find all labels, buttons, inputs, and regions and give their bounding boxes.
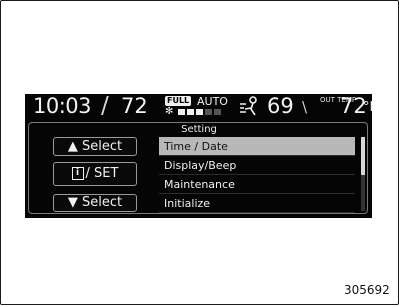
temp-left: 72 [121,94,148,118]
temp-right: 69 [267,94,294,118]
fan-bar [178,109,185,115]
fan-icon: ✻ [165,106,174,117]
list-item-display-beep[interactable]: Display/Beep [159,156,355,175]
scrollbar[interactable] [361,137,365,211]
auto-label: AUTO [197,95,228,108]
divider-backslash: \ [302,98,308,116]
info-set-button[interactable]: i / SET [53,162,137,186]
select-down-button[interactable]: ▼ Select [53,194,137,212]
fan-bar [187,109,194,115]
display-screen: 10:03 / 72 FULL AUTO ✻ 69 \ OUT TEMP 72 … [25,93,377,218]
clock: 10:03 [33,94,92,118]
info-set-label: / SET [85,166,119,181]
settings-list: Time / Date Display/Beep Maintenance Ini… [159,137,355,213]
scroll-thumb[interactable] [361,137,365,175]
fan-bar [214,109,221,115]
figure-reference-number: 305692 [344,283,390,297]
fan-status: FULL AUTO ✻ [165,95,235,120]
fan-level-bars [178,109,221,115]
panel-title: Setting [181,124,217,135]
out-temp-unit: °F [363,100,377,115]
select-up-button[interactable]: ▲ Select [53,137,137,156]
list-item-initialize[interactable]: Initialize [159,194,355,213]
settings-panel: Setting ▲ Select i / SET ▼ Select Time / … [28,122,368,214]
list-item-maintenance[interactable]: Maintenance [159,175,355,194]
list-item-time-date[interactable]: Time / Date [159,137,355,156]
divider-slash: / [101,93,109,119]
fan-bar [196,109,203,115]
info-icon: i [71,167,84,180]
full-badge: FULL [165,96,192,106]
airflow-icon [240,96,257,116]
status-bar: 10:03 / 72 FULL AUTO ✻ 69 \ OUT TEMP 72 … [25,93,377,122]
fan-bar [205,109,212,115]
